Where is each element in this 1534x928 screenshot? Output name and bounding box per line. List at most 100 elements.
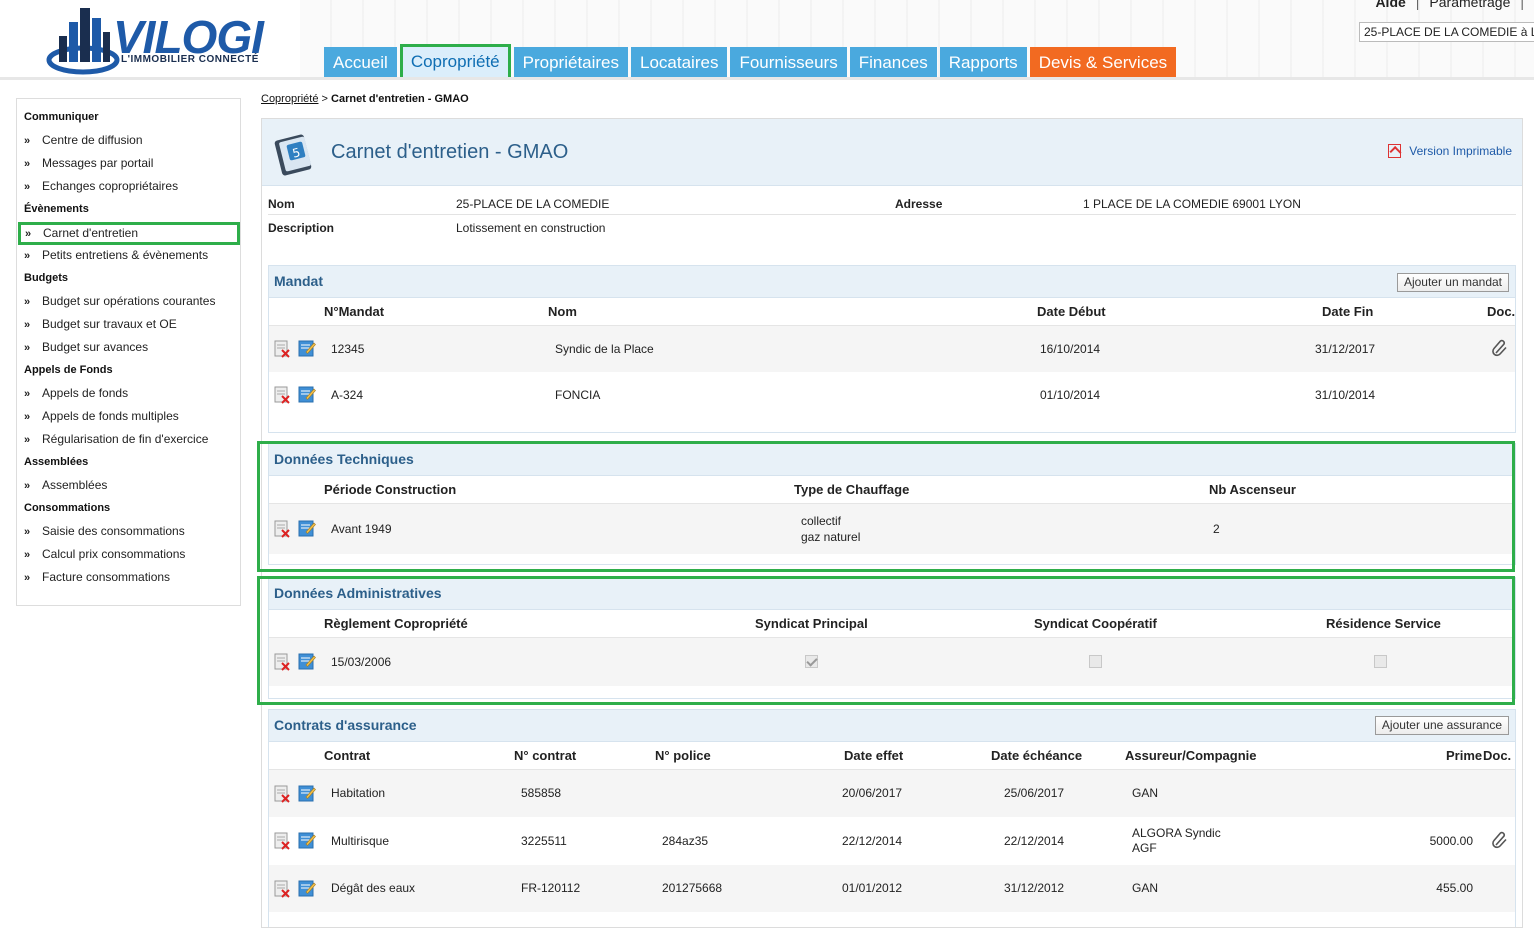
sidebar-item-calcul-prix[interactable]: » Calcul prix consommations [17, 544, 240, 567]
chevron-icon: » [24, 342, 31, 354]
mandat-num: 12345 [331, 342, 365, 356]
edit-icon[interactable] [298, 784, 316, 802]
sidebar-item-appels-multiples[interactable]: » Appels de fonds multiples [17, 406, 240, 429]
chevron-icon: » [24, 135, 31, 147]
sidebar-item-label: Assemblées [42, 478, 108, 492]
edit-icon[interactable] [298, 652, 316, 670]
delete-icon[interactable] [273, 520, 291, 538]
print-version-link[interactable]: Version Imprimable [1388, 144, 1512, 158]
adresse-label: Adresse [895, 197, 943, 211]
sidebar-item-facture-conso[interactable]: » Facture consommations [17, 567, 240, 590]
top-link-separator: | [1415, 0, 1420, 10]
tab-accueil[interactable]: Accueil [324, 47, 397, 77]
delete-icon[interactable] [273, 832, 291, 850]
sidebar-item-label: Carnet d'entretien [43, 226, 139, 240]
site-selector[interactable]: 25-PLACE DE LA COMEDIE à LYON [1359, 22, 1534, 42]
paperclip-icon[interactable] [1491, 831, 1509, 849]
col-header: Contrat [324, 748, 371, 763]
delete-icon[interactable] [273, 340, 291, 358]
section-mandat: Mandat Ajouter un mandat N°Mandat Nom Da… [268, 265, 1516, 433]
chevron-icon: » [24, 181, 31, 193]
tab-fournisseurs[interactable]: Fournisseurs [730, 47, 847, 77]
mandat-fin: 31/12/2017 [1315, 342, 1376, 356]
tab-finances[interactable]: Finances [849, 47, 937, 77]
tab-rapports[interactable]: Rapports [939, 47, 1027, 77]
reglement-copropriete: 15/03/2006 [331, 655, 392, 669]
contrat-echeance: 25/06/2017 [1004, 786, 1065, 800]
col-header: Résidence Service [1326, 616, 1441, 631]
chevron-icon: » [24, 296, 31, 308]
section-title: Contrats d'assurance [274, 717, 417, 733]
col-header: Nb Ascenseur [1209, 482, 1296, 497]
edit-icon[interactable] [298, 519, 316, 537]
sidebar-item-label: Messages par portail [42, 156, 154, 170]
sidebar-group-evenements: Évènements [24, 203, 89, 215]
sidebar-item-regularisation[interactable]: » Régularisation de fin d'exercice [17, 429, 240, 452]
col-header: Syndicat Principal [755, 616, 868, 631]
edit-icon[interactable] [298, 339, 316, 357]
col-header: N° contrat [514, 748, 577, 763]
mandat-debut: 16/10/2014 [1040, 342, 1101, 356]
sidebar-item-label: Régularisation de fin d'exercice [42, 432, 209, 446]
sidebar-item-budget-travaux[interactable]: » Budget sur travaux et OE [17, 314, 240, 337]
breadcrumb-parent[interactable]: Copropriété [261, 93, 318, 105]
syndicat-cooperatif-checkbox[interactable] [1089, 655, 1102, 668]
nb-ascenseur: 2 [1213, 522, 1220, 536]
app-root: VILOGI L'IMMOBILIER CONNECTÉ Aide | Paramé… [0, 0, 1534, 928]
aide-link[interactable]: Aide [1375, 0, 1405, 10]
sidebar-group-assemblees: Assemblées [24, 456, 89, 468]
mandat-fin: 31/10/2014 [1315, 388, 1376, 402]
delete-icon[interactable] [273, 785, 291, 803]
section-title: Données Administratives [274, 585, 442, 601]
col-header: Prime [1446, 748, 1483, 763]
delete-icon[interactable] [273, 880, 291, 898]
edit-icon[interactable] [298, 831, 316, 849]
add-assurance-button[interactable]: Ajouter une assurance [1374, 716, 1509, 735]
delete-icon[interactable] [273, 653, 291, 671]
col-header: N°Mandat [324, 304, 385, 319]
contrat-assureur-2: AGF [1132, 841, 1157, 855]
sidebar-item-centre-diffusion[interactable]: » Centre de diffusion [17, 130, 240, 153]
sidebar-item-appels-fonds[interactable]: » Appels de fonds [17, 383, 240, 406]
edit-icon[interactable] [298, 385, 316, 403]
delete-icon[interactable] [273, 386, 291, 404]
breadcrumb-current: Carnet d'entretien - GMAO [331, 93, 469, 105]
sidebar-item-echanges[interactable]: » Echanges copropriétaires [17, 176, 240, 199]
periode-construction: Avant 1949 [331, 522, 392, 536]
title-bar: 5 Carnet d'entretien - GMAO Version Impr… [262, 119, 1522, 186]
vilogi-logo[interactable]: VILOGI L'IMMOBILIER CONNECTÉ [45, 2, 305, 76]
sidebar-item-budget-avances[interactable]: » Budget sur avances [17, 337, 240, 360]
contrat-assureur: GAN [1132, 786, 1159, 800]
parametrage-link[interactable]: Paramétrage [1429, 0, 1510, 10]
section-header: Contrats d'assurance Ajouter une assuran… [269, 710, 1515, 742]
contrat-type: Dégât des eaux [331, 881, 416, 895]
description-label: Description [268, 221, 335, 235]
residence-service-checkbox[interactable] [1374, 655, 1387, 668]
edit-icon[interactable] [298, 879, 316, 897]
sidebar-item-label: Petits entretiens & évènements [42, 248, 209, 262]
paperclip-icon[interactable] [1491, 339, 1509, 357]
section-header: Données Administratives [269, 578, 1515, 610]
sidebar-item-assemblees[interactable]: » Assemblées [17, 475, 240, 498]
add-mandat-button[interactable]: Ajouter un mandat [1396, 273, 1509, 292]
tab-proprietaires[interactable]: Propriétaires [513, 47, 629, 77]
contrat-effet: 01/01/2012 [842, 881, 903, 895]
sidebar-item-messages-portail[interactable]: » Messages par portail [17, 153, 240, 176]
info-table: Nom 25-PLACE DE LA COMEDIE Adresse 1 PLA… [268, 191, 1516, 239]
print-version-label: Version Imprimable [1409, 144, 1512, 158]
tab-locataires[interactable]: Locataires [631, 47, 728, 77]
mandat-nom: Syndic de la Place [555, 342, 654, 356]
description-value: Lotissement en construction [456, 221, 606, 235]
contrat-police: 201275668 [662, 881, 723, 895]
tab-copropriete[interactable]: Copropriété [399, 44, 511, 77]
sidebar-item-petits-entretiens[interactable]: » Petits entretiens & évènements [17, 245, 240, 268]
sidebar-item-carnet-entretien[interactable]: » Carnet d'entretien [18, 222, 240, 245]
sidebar-item-saisie-conso[interactable]: » Saisie des consommations [17, 521, 240, 544]
tab-devis-services[interactable]: Devis & Services [1029, 47, 1177, 77]
header: VILOGI L'IMMOBILIER CONNECTÉ Aide | Paramé… [0, 0, 1534, 80]
contrat-effet: 22/12/2014 [842, 834, 903, 848]
top-links: Aide | Paramétrage | [1375, 0, 1534, 10]
sidebar-item-budget-courantes[interactable]: » Budget sur opérations courantes [17, 291, 240, 314]
table-row: Multirisque 3225511 284az35 22/12/2014 2… [269, 817, 1515, 865]
syndicat-principal-checkbox[interactable] [805, 655, 818, 668]
